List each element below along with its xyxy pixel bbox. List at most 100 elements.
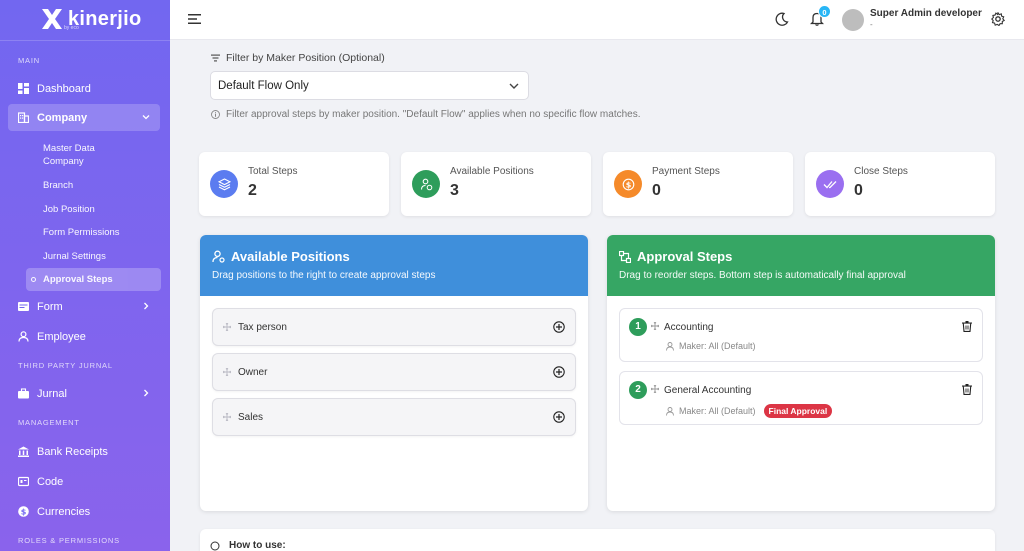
sidebar-item-label: Employee: [37, 330, 86, 343]
app-logo[interactable]: kinerjio: [40, 7, 142, 31]
filter-label: Filter by Maker Position (Optional): [211, 52, 385, 64]
sidebar-divider: [0, 40, 170, 41]
step-name: Accounting: [664, 322, 714, 333]
currency-icon: $: [18, 506, 29, 517]
user-gear-icon: [212, 250, 225, 263]
briefcase-icon: [18, 388, 29, 399]
section-label-third-party: THIRD PARTY JURNAL: [18, 361, 113, 370]
chevron-right-icon: [144, 302, 149, 310]
step-maker-text: Maker: All (Default): [679, 341, 756, 351]
stat-card-payment-steps: $ Payment Steps 0: [603, 152, 793, 216]
active-dot-icon: [31, 277, 36, 282]
double-check-icon: [816, 170, 844, 198]
chevron-right-icon: [144, 389, 149, 397]
sidebar-item-jurnal[interactable]: Jurnal: [8, 380, 160, 407]
stat-card-total-steps: Total Steps 2: [199, 152, 389, 216]
moon-icon[interactable]: [775, 12, 789, 26]
stat-value: 0: [854, 182, 863, 199]
approval-step-card[interactable]: 2 General Accounting Maker: All (Default…: [619, 371, 983, 425]
stat-card-close-steps: Close Steps 0: [805, 152, 995, 216]
sidebar-item-label: Jurnal: [37, 387, 67, 400]
position-card-tax-person[interactable]: Tax person: [212, 308, 576, 346]
panel-header: Available Positions Drag positions to th…: [200, 235, 588, 296]
sidebar-item-label: Currencies: [37, 505, 91, 518]
sidebar-item-label: Code: [37, 475, 64, 488]
how-to-use-title: How to use:: [229, 540, 286, 551]
panel-title: Approval Steps: [619, 249, 732, 264]
drag-handle-icon[interactable]: [651, 322, 659, 330]
drag-handle-icon[interactable]: [223, 368, 231, 376]
stat-label: Close Steps: [854, 166, 908, 177]
section-label-main: MAIN: [18, 56, 40, 65]
lightbulb-icon: [210, 541, 220, 551]
drag-handle-icon[interactable]: [651, 385, 659, 393]
section-label-roles: ROLES & PERMISSIONS: [18, 536, 120, 545]
hamburger-menu-icon[interactable]: [188, 13, 202, 25]
sidebar-subitem-branch[interactable]: Branch: [43, 179, 73, 192]
sidebar-item-bank-receipts[interactable]: Bank Receipts: [8, 438, 160, 465]
sidebar-item-label: Company: [37, 111, 88, 124]
hint-text: Filter approval steps by maker position.…: [226, 109, 641, 120]
user-name[interactable]: Super Admin developer: [870, 8, 982, 19]
position-card-sales[interactable]: Sales: [212, 398, 576, 436]
stat-value: 0: [652, 182, 661, 199]
trash-icon[interactable]: [962, 384, 972, 395]
how-to-use-card: How to use:: [200, 529, 995, 551]
sidebar-item-label: Bank Receipts: [37, 445, 108, 458]
position-name: Sales: [238, 412, 264, 423]
maker-position-select[interactable]: Default Flow Only: [210, 71, 529, 100]
filter-label-text: Filter by Maker Position (Optional): [226, 52, 385, 64]
gear-icon[interactable]: [991, 12, 1005, 26]
building-icon: [18, 112, 29, 123]
filter-icon: [211, 54, 220, 62]
sidebar-item-company[interactable]: Company: [8, 104, 160, 131]
topbar: 0 Super Admin developer -: [170, 0, 1024, 40]
notification-badge: 0: [818, 5, 831, 18]
section-label-management: MANAGEMENT: [18, 418, 80, 427]
sidebar-subitem-jurnal-settings[interactable]: Jurnal Settings: [43, 250, 106, 263]
sidebar-subitem-approval-steps[interactable]: Approval Steps: [26, 268, 161, 291]
step-number: 2: [629, 381, 647, 399]
sidebar-item-code[interactable]: Code: [8, 468, 160, 495]
position-name: Owner: [238, 367, 268, 378]
sidebar-subitem-job-position[interactable]: Job Position: [43, 203, 95, 216]
dashboard-icon: [18, 83, 29, 94]
panel-subtitle: Drag to reorder steps. Bottom step is au…: [619, 270, 906, 281]
trash-icon[interactable]: [962, 321, 972, 332]
chevron-down-icon: [142, 115, 150, 120]
form-icon: [18, 302, 29, 311]
step-number: 1: [629, 318, 647, 336]
stat-value: 2: [248, 182, 257, 199]
add-circle-icon[interactable]: [553, 411, 565, 423]
stat-card-available-positions: Available Positions 3: [401, 152, 591, 216]
panel-title-text: Approval Steps: [637, 249, 733, 264]
stat-value: 3: [450, 182, 459, 199]
approval-step-card[interactable]: 1 Accounting Maker: All (Default): [619, 308, 983, 362]
drag-handle-icon[interactable]: [223, 323, 231, 331]
stat-label: Payment Steps: [652, 166, 720, 177]
panel-header: Approval Steps Drag to reorder steps. Bo…: [607, 235, 995, 296]
sidebar-subitem-master-data-company[interactable]: Master Data Company: [43, 142, 123, 168]
avatar[interactable]: [842, 9, 864, 31]
step-maker-text: Maker: All (Default): [679, 406, 756, 416]
sidebar-subitem-form-permissions[interactable]: Form Permissions: [43, 226, 120, 239]
user-icon: [18, 331, 29, 342]
step-maker: Maker: All (Default): [666, 341, 756, 351]
add-circle-icon[interactable]: [553, 321, 565, 333]
logo-icon: [42, 9, 62, 29]
sidebar-item-form[interactable]: Form: [8, 293, 160, 320]
user-icon: [666, 406, 674, 416]
bank-icon: [18, 446, 29, 457]
sidebar-item-employee[interactable]: Employee: [8, 323, 160, 350]
sidebar-subitem-label: Approval Steps: [43, 274, 113, 285]
sidebar-item-currencies[interactable]: $ Currencies: [8, 498, 160, 525]
panel-title-text: Available Positions: [231, 249, 350, 264]
panel-title: Available Positions: [212, 249, 350, 264]
drag-handle-icon[interactable]: [223, 413, 231, 421]
panel-subtitle: Drag positions to the right to create ap…: [212, 270, 436, 281]
position-card-owner[interactable]: Owner: [212, 353, 576, 391]
sidebar-item-dashboard[interactable]: Dashboard: [8, 75, 160, 102]
add-circle-icon[interactable]: [553, 366, 565, 378]
chevron-down-icon: [509, 83, 519, 89]
position-name: Tax person: [238, 322, 287, 333]
